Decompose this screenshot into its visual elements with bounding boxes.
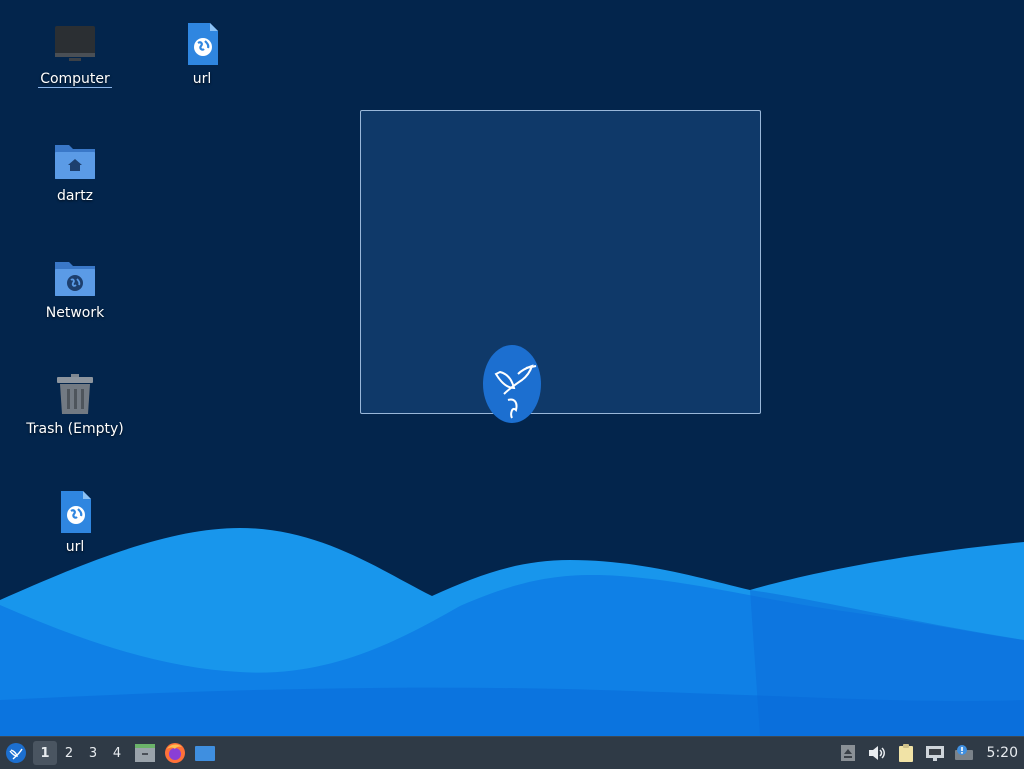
show-desktop-launcher[interactable]: [191, 739, 219, 767]
eject-button[interactable]: [835, 740, 861, 766]
file-manager-icon: [135, 744, 155, 762]
desktop-icon-label: url: [192, 71, 212, 87]
network-icon: [925, 746, 944, 761]
workspace-3[interactable]: 3: [81, 741, 105, 765]
volume-button[interactable]: [864, 740, 890, 766]
clipboard-icon: [898, 744, 913, 762]
clipboard-button[interactable]: [893, 740, 919, 766]
desktop-icon-trash[interactable]: Trash (Empty): [20, 370, 130, 437]
workspace-2[interactable]: 2: [57, 741, 81, 765]
volume-icon: [868, 746, 885, 760]
workspace-switcher: 1 2 3 4: [33, 741, 129, 765]
network-button[interactable]: [922, 740, 948, 766]
desktop-icon-label: Network: [45, 305, 105, 321]
desktop-icon-url-1[interactable]: url: [147, 20, 257, 87]
desktop-icon-dartz[interactable]: dartz: [20, 137, 130, 204]
web-file-icon: [188, 23, 218, 65]
desktop-icon-url-2[interactable]: url: [20, 488, 130, 555]
system-tray: 5:20: [832, 737, 1024, 769]
update-notifier-icon: [954, 745, 973, 760]
show-desktop-icon: [195, 746, 215, 761]
firefox-icon: [165, 743, 185, 763]
eject-icon: [840, 745, 855, 761]
network-folder-icon: [55, 262, 95, 296]
start-menu-button[interactable]: [1, 737, 31, 769]
file-manager-launcher[interactable]: [131, 739, 159, 767]
home-folder-icon: [55, 145, 95, 179]
rubber-band-selection: [360, 110, 761, 414]
desktop-icon-label: Computer: [38, 71, 112, 88]
desktop-icon-label: url: [65, 539, 85, 555]
clock[interactable]: 5:20: [987, 745, 1018, 761]
computer-icon: [55, 26, 95, 61]
desktop-icon-label: dartz: [56, 188, 94, 204]
menu-bird-icon: [6, 743, 26, 763]
desktop-icon-computer[interactable]: Computer: [20, 20, 130, 88]
desktop-icon-label: Trash (Empty): [26, 421, 124, 437]
web-file-icon: [61, 491, 91, 533]
desktop-icon-network[interactable]: Network: [20, 254, 130, 321]
bird-logo-icon: [483, 345, 541, 423]
firefox-launcher[interactable]: [161, 739, 189, 767]
workspace-1[interactable]: 1: [33, 741, 57, 765]
taskbar: 1 2 3 4 5:20: [0, 736, 1024, 769]
desktop[interactable]: Computer url dartz Network Trash (Empty)…: [0, 0, 1024, 736]
workspace-4[interactable]: 4: [105, 741, 129, 765]
update-notifier-button[interactable]: [951, 740, 977, 766]
trash-icon: [57, 374, 93, 414]
